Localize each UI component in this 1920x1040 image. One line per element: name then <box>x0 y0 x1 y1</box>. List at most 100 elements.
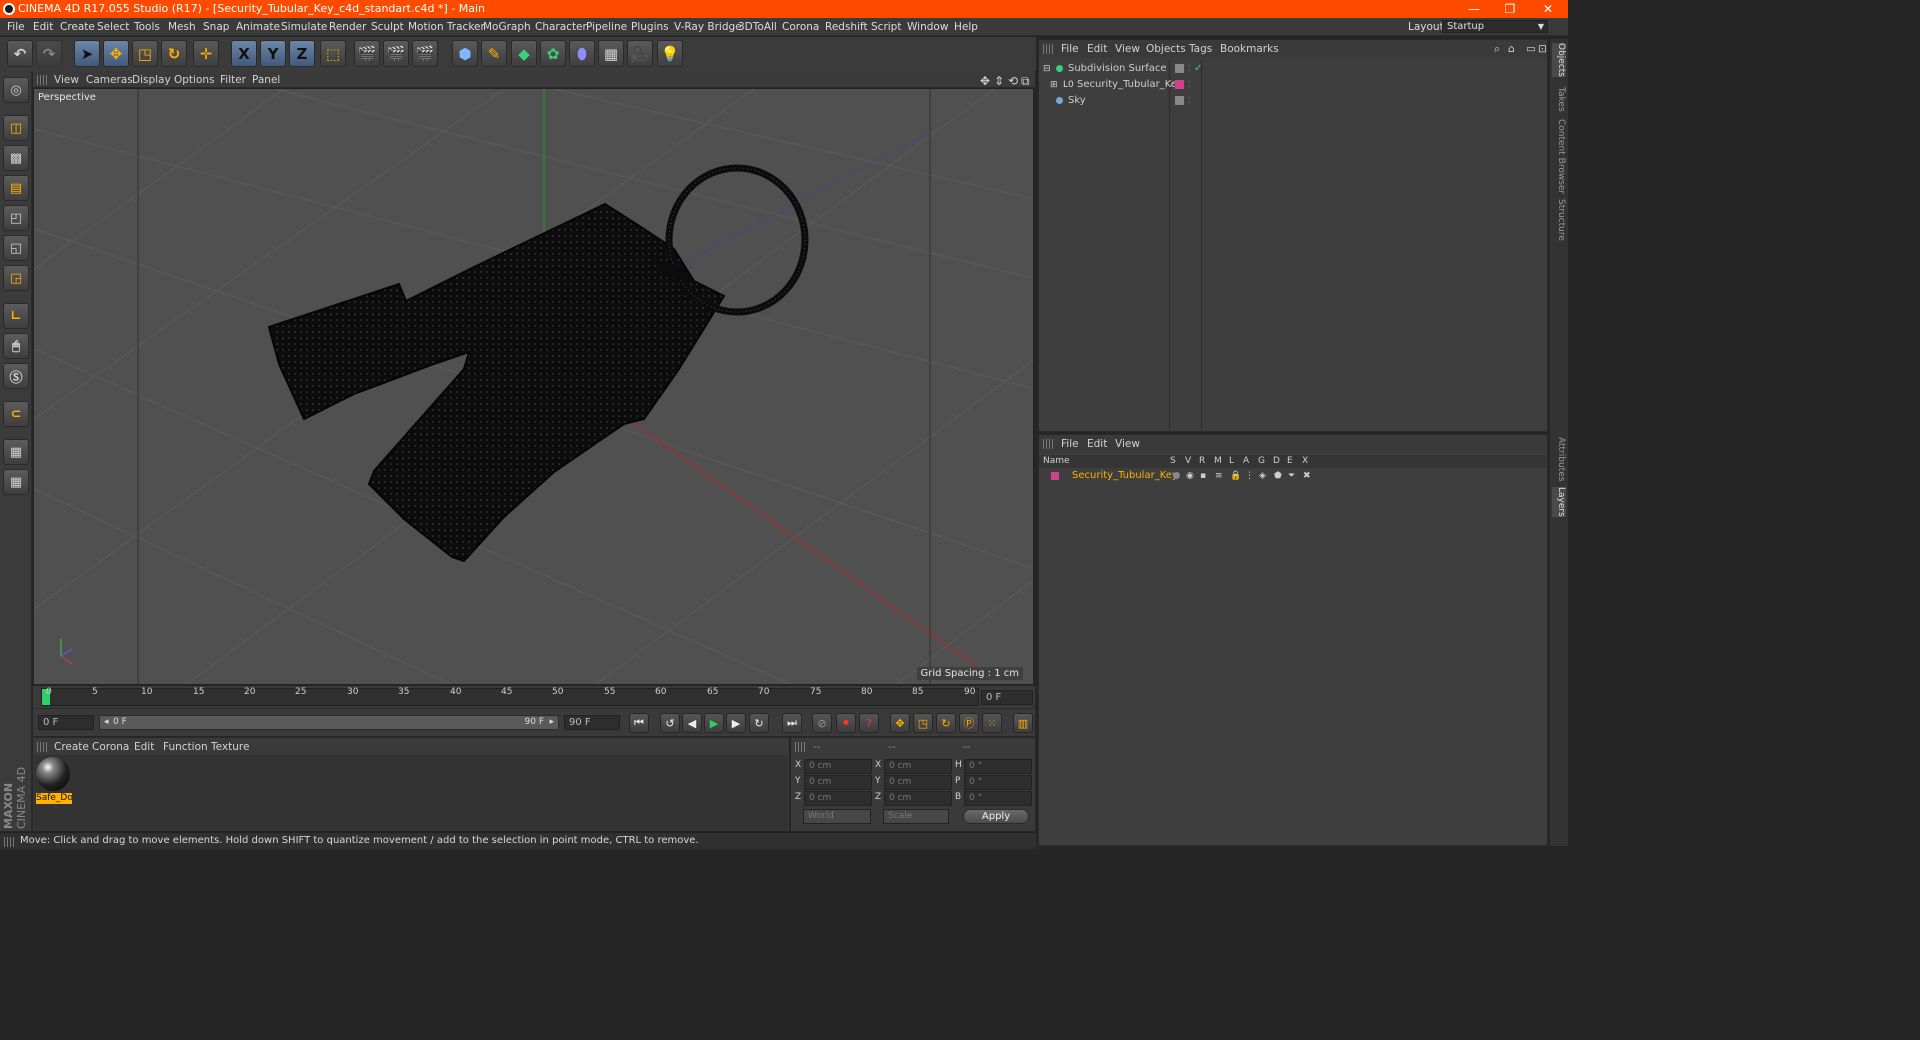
floor-button[interactable]: ▦ <box>598 40 624 67</box>
generator-icon[interactable]: ◈ <box>1259 468 1266 484</box>
size-y-field[interactable]: 0 cm <box>884 775 952 790</box>
start-frame-field[interactable]: 0 F <box>38 715 94 730</box>
menu-render[interactable]: Render <box>329 21 366 33</box>
restore-button[interactable]: ❐ <box>1492 0 1528 18</box>
tab-takes[interactable]: Takes <box>1552 87 1566 112</box>
material-menu-texture[interactable]: Texture <box>211 741 249 753</box>
layer-swatch-icon[interactable] <box>1175 96 1184 105</box>
redo-button[interactable]: ↷ <box>36 40 62 67</box>
manager-icon[interactable]: ≡ <box>1215 468 1223 484</box>
edges-mode-button[interactable]: ◱ <box>3 235 29 261</box>
menu-help[interactable]: Help <box>954 21 978 33</box>
object-row-security-tubular-key[interactable]: ⊞ L0 Security_Tubular_Key ⁚ <box>1040 77 1548 93</box>
layer-col-locked[interactable]: L <box>1229 455 1234 468</box>
model-mode-button[interactable]: ◫ <box>3 115 29 141</box>
material-menu-function[interactable]: Function <box>163 741 208 753</box>
viewport-menu-view[interactable]: View <box>54 74 79 86</box>
layer-color-swatch[interactable] <box>1175 80 1184 89</box>
layer-color-swatch[interactable] <box>1051 472 1059 480</box>
layer-row-security-tubular-key[interactable]: Security_Tubular_Key ◉ ▪ ≡ 🔒 ⋮ ◈ ⬟ ⏷ ✖ <box>1040 468 1548 484</box>
expand-icon[interactable]: ⊞ <box>1050 77 1058 93</box>
camera-button[interactable]: 🎥 <box>627 40 653 67</box>
eye-icon[interactable]: ◉ <box>1186 468 1194 484</box>
points-mode-button[interactable]: ◰ <box>3 205 29 231</box>
menu-select[interactable]: Select <box>97 21 129 33</box>
timeline-ruler[interactable]: 0 5 10 15 20 25 30 35 40 45 50 55 60 65 … <box>33 686 1035 708</box>
menu-vray-bridge[interactable]: V-Ray Bridge <box>674 21 742 33</box>
close-button[interactable]: ✕ <box>1530 0 1566 18</box>
menu-edit[interactable]: Edit <box>33 21 53 33</box>
frame-range-slider[interactable]: ◂ 0 F 90 F ▸ <box>99 715 559 730</box>
next-key-button[interactable]: ↻ <box>749 713 769 733</box>
deformer-button[interactable]: ⬮ <box>569 40 595 67</box>
solo-icon[interactable] <box>1173 472 1180 479</box>
layer-col-render[interactable]: R <box>1199 455 1205 468</box>
objects-menu-file[interactable]: File <box>1061 43 1079 55</box>
position-x-field[interactable]: 0 cm <box>804 759 872 774</box>
viewport-zoom-icon[interactable]: ⇕ <box>994 74 1004 88</box>
layers-menu-view[interactable]: View <box>1115 438 1140 450</box>
home-icon[interactable]: ⌂ <box>1508 43 1515 55</box>
axis-mode-button[interactable]: ∟ <box>3 303 29 329</box>
rotation-track-button[interactable]: ↻ <box>936 713 956 733</box>
tab-content-browser[interactable]: Content Browser <box>1552 119 1566 194</box>
material-swatch-safe-do[interactable]: Safe_Do <box>36 757 72 805</box>
object-name[interactable]: Sky <box>1068 93 1086 109</box>
menu-file[interactable]: File <box>7 21 25 33</box>
menu-sculpt[interactable]: Sculpt <box>371 21 404 33</box>
rotation-h-field[interactable]: 0 ° <box>964 759 1032 774</box>
objects-menu-bookmarks[interactable]: Bookmarks <box>1220 43 1279 55</box>
rotate-tool-button[interactable]: ↻ <box>161 40 187 67</box>
rotation-b-field[interactable]: 0 ° <box>964 791 1032 806</box>
planar-workplane-button[interactable]: ▦ <box>3 469 29 495</box>
layer-col-view[interactable]: V <box>1185 455 1191 468</box>
apply-button[interactable]: Apply <box>963 809 1029 824</box>
scale-tool-button[interactable]: ◳ <box>132 40 158 67</box>
subdivision-button[interactable]: ◆ <box>511 40 537 67</box>
new-window-icon[interactable]: ▭ <box>1526 43 1536 55</box>
visibility-dots-icon[interactable]: ⁚ <box>1188 77 1191 93</box>
perspective-viewport[interactable]: Perspective Grid Spacing : 1 cm <box>33 88 1034 685</box>
position-z-field[interactable]: 0 cm <box>804 791 872 806</box>
menu-character[interactable]: Character <box>535 21 587 33</box>
menu-mesh[interactable]: Mesh <box>168 21 196 33</box>
menu-script[interactable]: Script <box>871 21 901 33</box>
magnet-button[interactable]: ⊂ <box>3 401 29 427</box>
object-name[interactable]: Security_Tubular_Key <box>1077 77 1183 93</box>
menu-window[interactable]: Window <box>907 21 948 33</box>
coordinate-space-select[interactable]: World <box>803 809 871 824</box>
objects-menu-view[interactable]: View <box>1115 43 1140 55</box>
layer-col-xref[interactable]: X <box>1302 455 1308 468</box>
minimize-button[interactable]: — <box>1456 0 1492 18</box>
render-picture-viewer-button[interactable]: 🎬 <box>383 40 409 67</box>
end-frame-field[interactable]: 90 F <box>564 715 620 730</box>
collapse-icon[interactable]: ⊟ <box>1043 61 1051 77</box>
coordinate-system-button[interactable]: ⬚ <box>320 40 346 67</box>
rotation-p-field[interactable]: 0 ° <box>964 775 1032 790</box>
layer-name[interactable]: Security_Tubular_Key <box>1072 468 1178 484</box>
enabled-check-icon[interactable]: ✓ <box>1194 61 1202 77</box>
light-button[interactable]: 💡 <box>657 40 683 67</box>
tweak-mode-button[interactable]: 🖱 <box>3 333 29 359</box>
layout-select[interactable]: Startup ▼ <box>1442 20 1548 33</box>
layer-col-generators[interactable]: G <box>1258 455 1265 468</box>
lock-icon[interactable]: 🔒 <box>1230 468 1241 484</box>
next-frame-button[interactable]: ▶ <box>726 713 746 733</box>
viewport-maximize-icon[interactable]: ⧉ <box>1021 74 1030 89</box>
size-z-field[interactable]: 0 cm <box>884 791 952 806</box>
visibility-dots-icon[interactable]: ⁚ <box>1188 61 1191 77</box>
tab-layers[interactable]: Layers <box>1552 487 1566 517</box>
current-frame-field[interactable]: 0 F <box>981 690 1033 705</box>
keyframe-selection-button[interactable]: ? <box>859 713 879 733</box>
layer-swatch-icon[interactable] <box>1175 64 1184 73</box>
point-level-button[interactable]: ⁙ <box>982 713 1002 733</box>
object-name[interactable]: Subdivision Surface <box>1068 61 1167 77</box>
y-axis-button[interactable]: Y <box>260 40 286 67</box>
workplane-button[interactable]: ▤ <box>3 175 29 201</box>
live-selection-button[interactable]: ✛ <box>193 40 219 67</box>
viewport-menu-panel[interactable]: Panel <box>252 74 280 86</box>
menu-plugins[interactable]: Plugins <box>631 21 669 33</box>
size-mode-select[interactable]: Scale <box>883 809 949 824</box>
menu-pipeline[interactable]: Pipeline <box>586 21 627 33</box>
position-y-field[interactable]: 0 cm <box>804 775 872 790</box>
